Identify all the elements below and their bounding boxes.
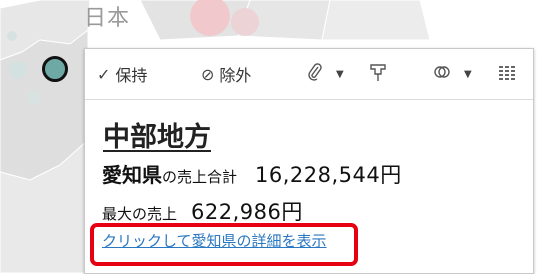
exclude-label: 除外 xyxy=(219,66,252,85)
exclude-button[interactable]: ⊘ 除外 xyxy=(201,62,251,86)
sets-icon xyxy=(433,64,451,84)
exclude-circle-icon: ⊘ xyxy=(201,64,215,84)
paperclip-icon-graphic xyxy=(308,63,322,81)
view-data-icon xyxy=(499,65,515,84)
keep-only-label: 保持 xyxy=(115,66,148,85)
selected-map-marker[interactable] xyxy=(42,56,68,82)
region-title: 中部地方 xyxy=(103,122,211,153)
sets-button[interactable]: ▼ xyxy=(433,62,472,86)
max-sales-row: 最大の売上 622,986円 xyxy=(102,196,303,226)
create-set-button[interactable] xyxy=(369,62,392,86)
sets-icon-graphic xyxy=(434,66,450,78)
show-details-link[interactable]: クリックして愛知県の詳細を表示 xyxy=(102,230,327,251)
view-data-icon-graphic xyxy=(499,65,515,80)
view-data-button[interactable] xyxy=(499,62,520,86)
sales-total-label: の売上合計 xyxy=(162,168,238,186)
sales-total-value: 16,228,544円 xyxy=(255,163,402,187)
sales-total-row: 愛知県の売上合計 16,228,544円 xyxy=(102,159,402,189)
tooltip-toolbar: ✓ 保持 ⊘ 除外 ▼ ▼ xyxy=(85,49,533,100)
check-icon: ✓ xyxy=(97,64,111,84)
pin-icon xyxy=(369,62,387,86)
group-members-button[interactable]: ▼ xyxy=(307,62,344,86)
paperclip-icon xyxy=(307,63,323,85)
chevron-down-icon: ▼ xyxy=(336,68,344,80)
max-sales-label: 最大の売上 xyxy=(102,205,178,223)
pin-icon-graphic xyxy=(370,64,386,81)
map-country-label: 日本 xyxy=(84,6,131,31)
chevron-down-icon: ▼ xyxy=(464,68,472,80)
max-sales-value: 622,986円 xyxy=(191,200,303,224)
keep-only-button[interactable]: ✓ 保持 xyxy=(97,62,147,86)
prefecture-name: 愛知県 xyxy=(102,163,162,187)
